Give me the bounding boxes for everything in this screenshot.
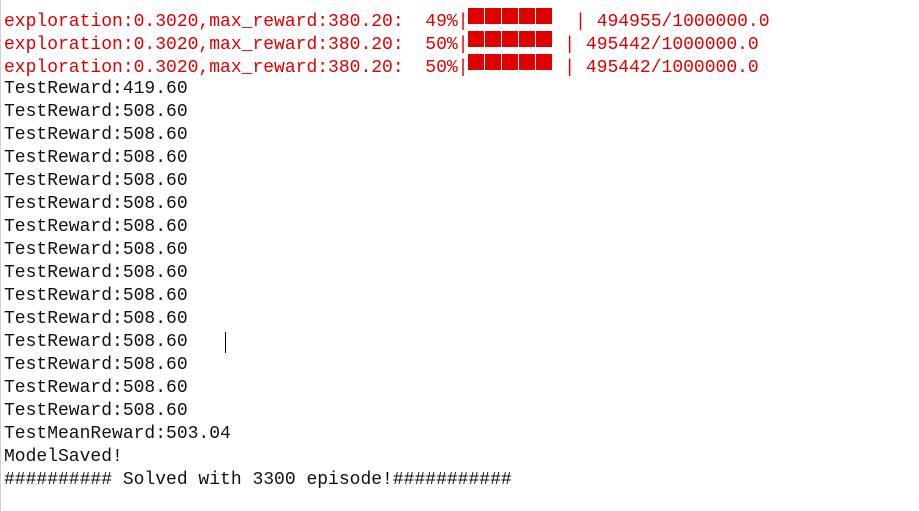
output-line: TestReward:508.60 (4, 217, 188, 237)
output-line: TestReward:508.60 (4, 125, 188, 145)
progress-line: exploration:0.3020,max_reward:380.20: 50… (4, 54, 759, 78)
progress-block (485, 8, 502, 24)
progress-suffix: | 495442/1000000.0 (564, 34, 759, 55)
progress-suffix: | 494955/1000000.0 (575, 11, 770, 32)
progress-block (536, 8, 553, 24)
output-line: TestReward:508.60 (4, 355, 188, 375)
progress-prefix: exploration:0.3020,max_reward:380.20: 50… (4, 34, 469, 55)
progress-line: exploration:0.3020,max_reward:380.20: 50… (4, 31, 759, 55)
output-line: TestReward:508.60 (4, 378, 188, 398)
progress-block (519, 31, 536, 47)
progress-block (468, 8, 485, 24)
progress-block (468, 31, 485, 47)
progress-prefix: exploration:0.3020,max_reward:380.20: 50… (4, 57, 469, 78)
progress-bar (468, 31, 553, 55)
output-line: TestReward:508.60 (4, 263, 188, 283)
output-line: TestReward:508.60 (4, 171, 188, 191)
solved-banner-line: ########## Solved with 3300 episode!####… (4, 470, 512, 490)
progress-block (502, 54, 519, 70)
output-line: TestReward:508.60 (4, 102, 188, 122)
console-output: exploration:0.3020,max_reward:380.20: 49… (0, 0, 919, 511)
output-line: TestReward:508.60 (4, 194, 188, 214)
progress-block (536, 31, 553, 47)
output-line: TestReward:419.60 (4, 79, 188, 99)
progress-block (485, 31, 502, 47)
output-line: TestReward:508.60 (4, 332, 188, 352)
output-line: TestReward:508.60 (4, 148, 188, 168)
progress-block (519, 8, 536, 24)
output-line: TestReward:508.60 (4, 286, 188, 306)
progress-gap (553, 58, 564, 78)
progress-block (536, 54, 553, 70)
progress-block (519, 54, 536, 70)
progress-block (502, 31, 519, 47)
mean-reward-line: TestMeanReward:503.04 (4, 424, 231, 444)
progress-line: exploration:0.3020,max_reward:380.20: 49… (4, 8, 770, 32)
progress-bar (468, 54, 553, 78)
progress-block (485, 54, 502, 70)
output-line: TestReward:508.60 (4, 240, 188, 260)
progress-gap (553, 12, 575, 32)
text-cursor (225, 332, 226, 353)
progress-prefix: exploration:0.3020,max_reward:380.20: 49… (4, 11, 469, 32)
progress-bar (468, 8, 553, 32)
progress-block (502, 8, 519, 24)
progress-block (468, 54, 485, 70)
progress-suffix: | 495442/1000000.0 (564, 57, 759, 78)
output-line: TestReward:508.60 (4, 401, 188, 421)
model-saved-line: ModelSaved! (4, 447, 123, 467)
output-line: TestReward:508.60 (4, 309, 188, 329)
progress-gap (553, 35, 564, 55)
